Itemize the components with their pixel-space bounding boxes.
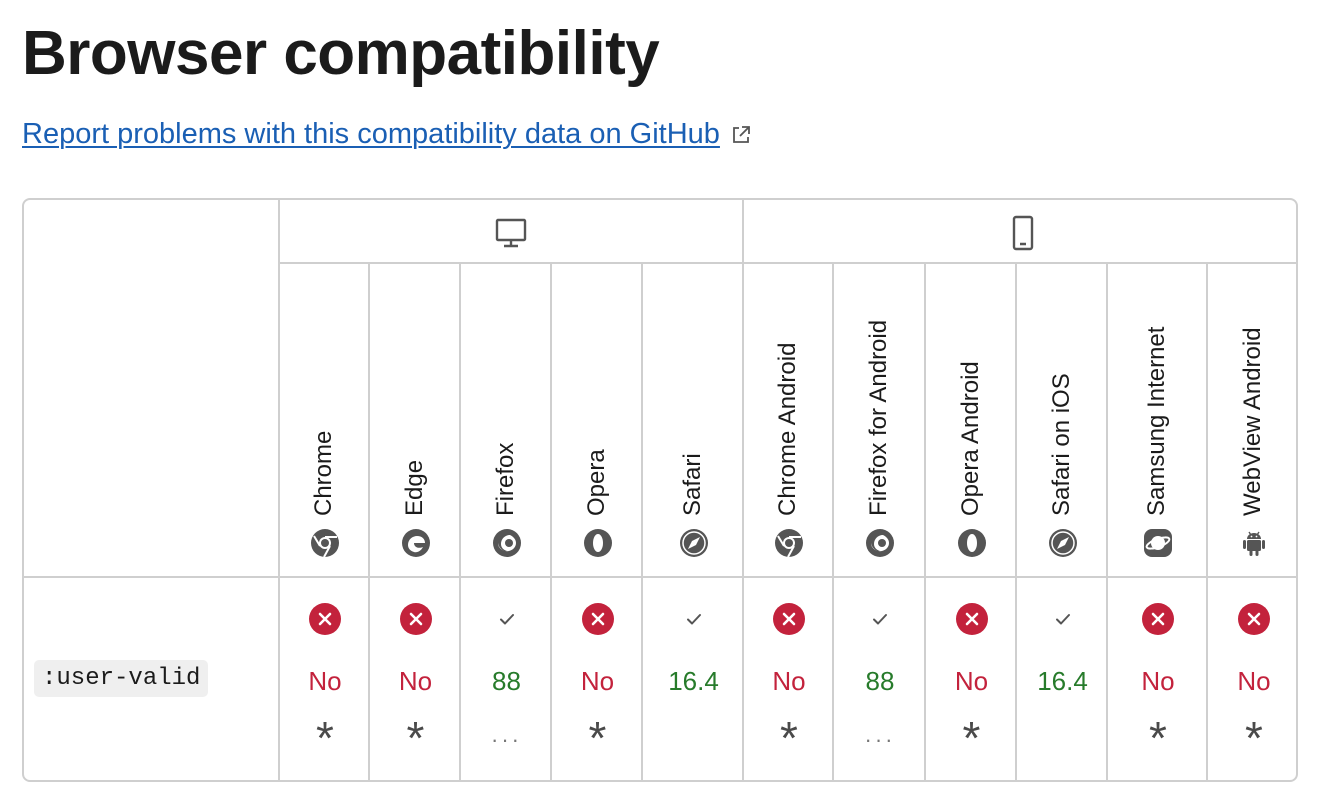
no-support-icon [772,602,806,636]
more-info-icon[interactable]: ··· [461,710,552,770]
footnote-asterisk-icon[interactable]: * [370,708,461,768]
column-divider [459,262,461,780]
feature-name: :user-valid [34,660,209,697]
column-divider [832,262,834,780]
browser-header-edge: Edge [370,264,461,576]
support-cell-edge[interactable]: No * [370,580,461,780]
footnote-asterisk-icon[interactable]: * [280,708,370,768]
mobile-icon [1006,214,1040,252]
column-divider [641,262,643,780]
browser-name: Chrome Android [774,342,801,516]
no-support-icon [1141,602,1175,636]
browser-name: Firefox for Android [865,319,892,516]
browser-name: Safari [678,453,706,516]
column-divider [368,262,370,780]
support-version: 88 [492,666,521,696]
full-support-icon [677,602,711,636]
footnote-asterisk-icon[interactable]: * [1208,708,1296,768]
safari-icon [1048,528,1078,558]
footnote-asterisk-icon[interactable]: * [1108,708,1208,768]
safari-icon [679,528,709,558]
compatibility-table: Chrome Edge Firefox Opera Safari Chrome Andro… [22,198,1298,782]
column-divider [742,200,744,780]
browser-header-webview-android: WebView Android [1208,264,1296,576]
full-support-icon [490,602,524,636]
column-divider [924,262,926,780]
opera-icon [957,528,987,558]
footnote-asterisk-icon[interactable]: * [926,708,1017,768]
chrome-icon [774,528,804,558]
no-support-icon [1237,602,1271,636]
support-version: 16.4 [668,666,719,696]
column-divider [550,262,552,780]
support-version: No [580,666,615,696]
no-support-icon [308,602,342,636]
android-icon [1239,528,1269,558]
full-support-icon [863,602,897,636]
browser-name: Chrome [310,430,337,516]
browser-name: Firefox [491,442,519,516]
support-version: No [1141,666,1175,696]
browser-header-safari: Safari [643,264,744,576]
support-version: No [308,666,342,696]
support-cell-safari-on-ios[interactable]: 16.4 [1017,580,1108,780]
footnote-asterisk-icon[interactable]: * [744,708,834,768]
external-link-icon [733,125,750,143]
footnote-asterisk-icon[interactable]: * [552,708,643,768]
browser-header-opera-android: Opera Android [926,264,1017,576]
browser-header-chrome-android: Chrome Android [744,264,834,576]
support-version: No [398,666,433,696]
browser-header-firefox-for-android: Firefox for Android [834,264,926,576]
browser-name: WebView Android [1239,327,1266,516]
support-version: No [772,666,806,696]
column-divider [1106,262,1108,780]
desktop-icon [494,214,528,252]
support-cell-chrome-android[interactable]: No * [744,580,834,780]
column-divider [278,200,280,780]
support-cell-chrome[interactable]: No * [280,580,370,780]
report-link-text: Report problems with this compatibility … [22,118,720,150]
firefox-icon [492,528,522,558]
report-problems-link[interactable]: Report problems with this compatibility … [22,118,752,151]
no-support-icon [581,602,615,636]
more-info-icon[interactable]: ··· [834,710,926,770]
full-support-icon [1046,602,1080,636]
page-title: Browser compatibility [22,19,660,88]
no-support-icon [955,602,989,636]
browser-name: Edge [400,459,428,516]
edge-icon [401,528,431,558]
opera-icon [583,528,613,558]
column-divider [1206,262,1208,780]
support-cell-safari[interactable]: 16.4 [643,580,744,780]
chrome-icon [310,528,340,558]
samsung-internet-icon [1143,528,1173,558]
browser-header-opera: Opera [552,264,643,576]
browser-header-chrome: Chrome [280,264,370,576]
support-cell-samsung-internet[interactable]: No * [1108,580,1208,780]
support-version: 88 [865,666,895,696]
browser-name: Safari on iOS [1047,373,1075,516]
support-cell-firefox[interactable]: 88 ··· [461,580,552,780]
support-version: No [1237,666,1271,696]
firefox-icon [865,528,895,558]
support-cell-opera-android[interactable]: No * [926,580,1017,780]
browser-name: Opera [582,449,610,516]
browser-header-safari-on-ios: Safari on iOS [1017,264,1108,576]
browser-name: Samsung Internet [1143,326,1170,516]
browser-header-firefox: Firefox [461,264,552,576]
support-cell-webview-android[interactable]: No * [1208,580,1296,780]
support-cell-opera[interactable]: No * [552,580,643,780]
no-support-icon [399,602,433,636]
support-cell-firefox-for-android[interactable]: 88 ··· [834,580,926,780]
column-divider [1015,262,1017,780]
support-version: 16.4 [1037,666,1088,696]
browser-name: Opera Android [956,361,984,516]
browser-header-samsung-internet: Samsung Internet [1108,264,1208,576]
support-version: No [954,666,989,696]
